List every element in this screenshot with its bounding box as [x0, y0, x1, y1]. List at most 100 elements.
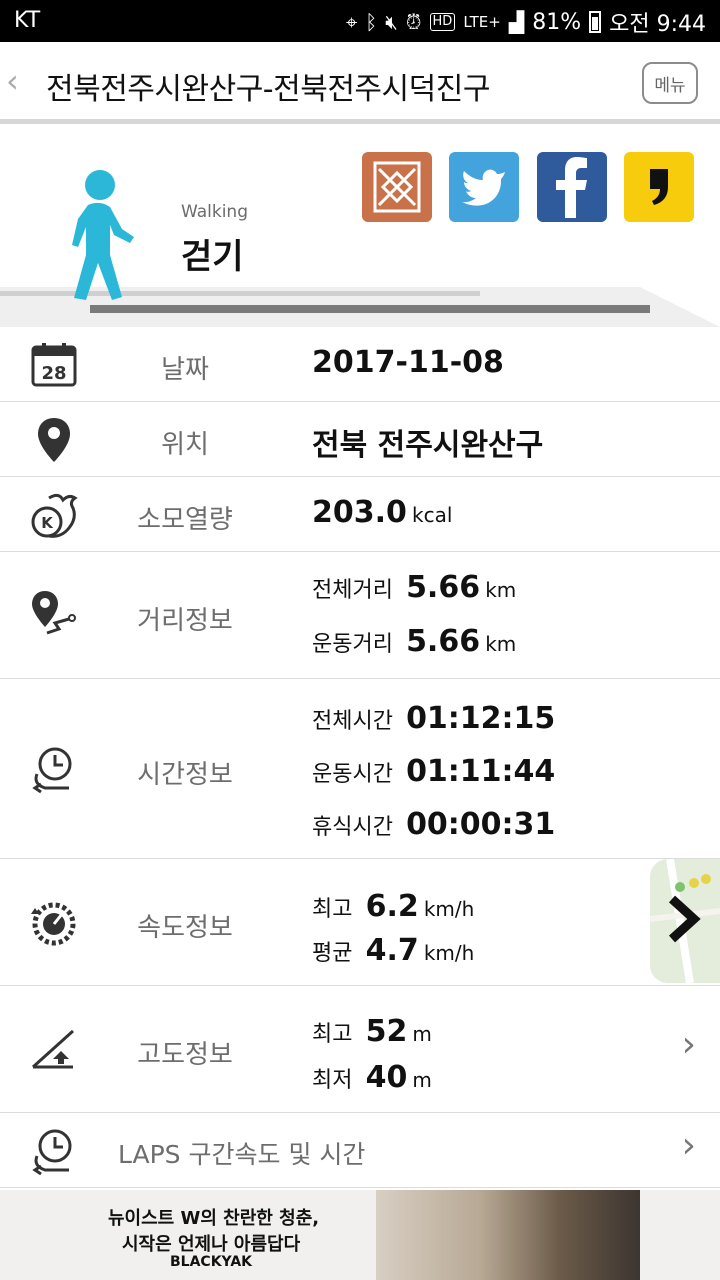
ad-headline: 뉴이스트 W의 찬란한 청춘, [108, 1208, 320, 1229]
rest-time-label: 휴식시간 [312, 815, 393, 840]
calendar-day: 28 [41, 363, 66, 384]
ad-banner[interactable]: 뉴이스트 W의 찬란한 청춘, 시작은 언제나 아름답다 BLACKYAK [0, 1190, 720, 1280]
speedometer-icon [26, 895, 82, 951]
total-distance-label: 전체거리 [312, 578, 393, 603]
active-time-value: 01:11:44 [406, 754, 556, 789]
total-time-label: 전체시간 [312, 709, 393, 734]
kakaostory-share-button[interactable] [362, 152, 432, 222]
altitude-icon [26, 1022, 82, 1078]
max-altitude: 최고 52 m [312, 1014, 432, 1049]
max-altitude-label: 최고 [312, 1022, 353, 1047]
ad-photo [376, 1190, 640, 1280]
max-altitude-unit: m [412, 1022, 432, 1046]
facebook-icon [556, 157, 587, 218]
mute-icon: 🔇︎ [385, 10, 398, 34]
twitter-share-button[interactable] [449, 152, 519, 222]
altitude-label: 고도정보 [137, 1040, 233, 1070]
kakaotalk-icon [650, 169, 668, 205]
max-speed-value: 6.2 [365, 889, 419, 924]
total-distance-value: 5.66 [406, 570, 481, 605]
menu-button[interactable]: 메뉴 [642, 62, 698, 104]
rest-time: 휴식시간 00:00:31 [312, 807, 555, 842]
status-icons: ⌖ ᛒ 🔇︎ ⏰︎ HD LTE+ ▟ 81% 오전 9:44 [346, 6, 706, 38]
laps-clock-icon [26, 1123, 82, 1179]
activity-subtitle: Walking [181, 202, 248, 222]
distance-label: 거리정보 [137, 606, 233, 636]
calories-unit: kcal [412, 503, 453, 527]
time-row: 시간정보 전체시간 01:12:15 운동시간 01:11:44 휴식시간 00… [0, 679, 720, 859]
time-label: 시간정보 [137, 760, 233, 790]
laps-label: LAPS 구간속도 및 시간 [118, 1140, 366, 1169]
date-value: 2017-11-08 [312, 345, 504, 380]
laps-row[interactable]: LAPS 구간속도 및 시간 › [0, 1113, 720, 1188]
bluetooth-icon: ᛒ [365, 10, 378, 34]
active-distance-unit: km [485, 632, 517, 656]
max-speed-unit: km/h [423, 897, 475, 921]
max-altitude-value: 52 [365, 1014, 408, 1049]
total-distance-unit: km [485, 578, 517, 602]
distance-row: 거리정보 전체거리 5.66 km 운동거리 5.66 km [0, 552, 720, 679]
speed-label: 속도정보 [137, 913, 233, 943]
ad-subheadline: 시작은 언제나 아름답다 [122, 1234, 301, 1255]
date-label: 날짜 [161, 355, 209, 385]
battery-percent: 81% [532, 9, 582, 35]
calories-row: K 소모열량 203.0 kcal [0, 477, 720, 552]
active-distance: 운동거리 5.66 km [312, 624, 516, 659]
clock-icon [26, 741, 82, 797]
rest-time-value: 00:00:31 [406, 807, 556, 842]
alarm-icon: ⏰︎ [405, 10, 422, 34]
speed-row[interactable]: 속도정보 최고 6.2 km/h 평균 4.7 km/h [0, 859, 720, 986]
avg-speed-label: 평균 [312, 941, 353, 966]
calories-value: 203.0 [312, 495, 407, 530]
activity-hero: Walking 걷기 [0, 129, 720, 327]
location-icon: ⌖ [346, 10, 358, 34]
calendar-icon: 28 [26, 337, 82, 393]
avg-speed-value: 4.7 [365, 933, 419, 968]
activity-details: 28 날짜 2017-11-08 위치 전북 전주시완산구 K 소모열량 203… [0, 327, 720, 1188]
avg-speed-unit: km/h [423, 941, 475, 965]
active-time-label: 운동시간 [312, 762, 393, 787]
map-thumbnail-button[interactable] [650, 859, 720, 983]
total-distance: 전체거리 5.66 km [312, 570, 516, 605]
min-altitude: 최저 40 m [312, 1060, 432, 1095]
app-header: ‹ 전북전주시완산구-전북전주시덕진구 메뉴 [0, 42, 720, 124]
location-label: 위치 [161, 430, 209, 460]
activity-title: 걷기 [181, 237, 244, 277]
active-distance-value: 5.66 [406, 624, 481, 659]
avg-speed: 평균 4.7 km/h [312, 933, 474, 968]
network-type: LTE+ [463, 13, 501, 31]
location-row: 위치 전북 전주시완산구 [0, 402, 720, 477]
total-time-value: 01:12:15 [406, 701, 556, 736]
location-pin-icon [26, 412, 82, 468]
min-altitude-unit: m [412, 1068, 432, 1092]
kakaostory-icon [373, 161, 421, 213]
page-title: 전북전주시완산구-전북전주시덕진구 [46, 72, 490, 107]
date-row: 28 날짜 2017-11-08 [0, 327, 720, 402]
calories-label: 소모열량 [137, 505, 233, 535]
route-icon [26, 586, 82, 642]
walking-person-icon [72, 170, 134, 300]
signal-icon: ▟ [508, 10, 525, 34]
kakaotalk-share-button[interactable] [624, 152, 694, 222]
active-time: 운동시간 01:11:44 [312, 754, 555, 789]
chevron-right-icon[interactable]: › [682, 1125, 696, 1166]
hd-icon: HD [429, 13, 456, 31]
svg-text:K: K [41, 514, 54, 532]
back-icon[interactable]: ‹ [6, 62, 19, 100]
altitude-row[interactable]: 고도정보 최고 52 m 최저 40 m › [0, 986, 720, 1113]
active-distance-label: 운동거리 [312, 632, 393, 657]
calories-value-group: 203.0 kcal [312, 495, 452, 530]
chevron-right-icon[interactable]: › [682, 1024, 696, 1065]
total-time: 전체시간 01:12:15 [312, 701, 555, 736]
max-speed-label: 최고 [312, 897, 353, 922]
calorie-flame-icon: K [26, 487, 82, 543]
carrier-label: KT [14, 8, 41, 33]
status-bar: KT ⌖ ᛒ 🔇︎ ⏰︎ HD LTE+ ▟ 81% 오전 9:44 [0, 0, 720, 42]
ad-brand-logo: BLACKYAK [170, 1254, 253, 1270]
battery-icon [589, 11, 602, 33]
min-altitude-label: 최저 [312, 1068, 353, 1093]
max-speed: 최고 6.2 km/h [312, 889, 474, 924]
map-preview-icon [650, 859, 720, 983]
facebook-share-button[interactable] [537, 152, 607, 222]
clock: 오전 9:44 [609, 12, 706, 37]
